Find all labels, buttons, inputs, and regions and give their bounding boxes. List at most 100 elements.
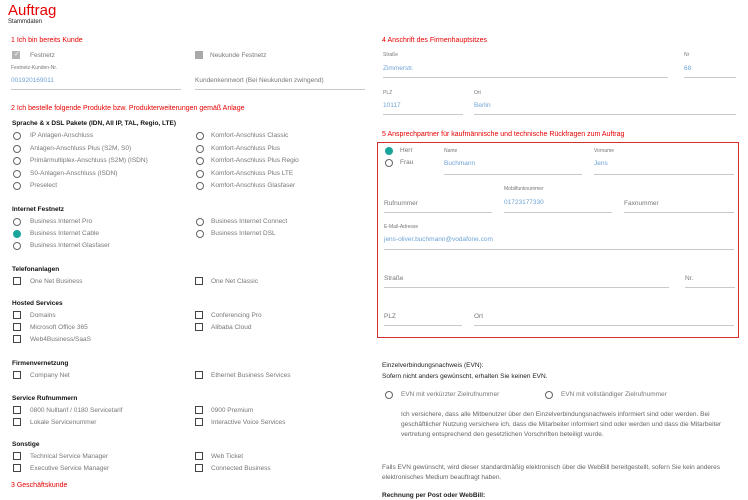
sonst-group-title: Sonstige: [12, 441, 40, 448]
s4-plz-value[interactable]: 10117: [383, 102, 401, 109]
opt-web4business: Web4Business/SaaS: [30, 336, 91, 343]
radio-evn-verkuerzt[interactable]: [385, 391, 393, 399]
opt-komfort-glasfaser: Komfort-Anschluss Glasfaser: [211, 182, 296, 189]
radio-ip-anlagen[interactable]: [13, 132, 21, 140]
opt-connected: Connected Business: [211, 465, 271, 472]
vorname-value[interactable]: Jens: [594, 160, 608, 167]
cb-connected[interactable]: [195, 464, 203, 472]
cb-alibaba[interactable]: [195, 323, 203, 331]
radio-preselect[interactable]: [13, 182, 21, 190]
radio-internet-glasfaser[interactable]: [13, 242, 21, 250]
s4-strasse-value[interactable]: Zimmerstr.: [383, 65, 414, 72]
cb-one-net-classic[interactable]: [195, 277, 203, 285]
rufnummer-underline: [384, 212, 492, 213]
fax-input[interactable]: Faxnummer: [624, 200, 659, 207]
section-5-title: 5 Ansprechpartner für kaufmännische und …: [382, 131, 625, 138]
opt-domains: Domains: [30, 312, 56, 319]
email-value[interactable]: jens-oliver.buchmann@vodafone.com: [384, 236, 493, 243]
cb-domains[interactable]: [13, 311, 21, 319]
radio-internet-cable[interactable]: [13, 230, 21, 238]
cb-company-net[interactable]: [13, 371, 21, 379]
s4-ort-label: Ort: [474, 90, 481, 96]
opt-preselect: Preselect: [30, 182, 58, 189]
label-herr: Herr: [400, 147, 413, 154]
radio-evn-vollstaendig[interactable]: [545, 391, 553, 399]
opt-alibaba: Alibaba Cloud: [211, 324, 252, 331]
service-group-title: Service Rufnummern: [12, 395, 78, 402]
c-strasse-input[interactable]: Straße: [384, 275, 404, 282]
radio-komfort-plus[interactable]: [196, 145, 204, 153]
opt-lokale: Lokale Servicenummer: [30, 419, 97, 426]
opt-internet-dsl: Business Internet DSL: [211, 230, 276, 237]
opt-web-ticket: Web Ticket: [211, 453, 244, 460]
cb-one-net-business[interactable]: [13, 277, 21, 285]
label-frau: Frau: [400, 159, 414, 166]
opt-komfort-classic: Komfort-Anschluss Classic: [211, 132, 289, 139]
cb-0800[interactable]: [13, 406, 21, 414]
label-evn-vollstaendig: EVN mit vollständiger Zielrufnummer: [561, 391, 667, 398]
name-value[interactable]: Buchmann: [444, 160, 475, 167]
radio-komfort-regio[interactable]: [196, 157, 204, 165]
cb-web4business[interactable]: [13, 335, 21, 343]
c-plz-input[interactable]: PLZ: [384, 313, 396, 320]
sprache-group-title: Sprache & x DSL Pakete (IDN, All IP, TAL…: [12, 120, 176, 127]
opt-conferencing: Conferencing Pro: [211, 312, 262, 319]
cb-lokale[interactable]: [13, 418, 21, 426]
opt-tsm: Technical Service Manager: [30, 453, 109, 460]
opt-one-net-business: One Net Business: [30, 278, 83, 285]
c-ort-input[interactable]: Ort: [474, 313, 483, 320]
internet-group-title: Internet Festnetz: [12, 206, 65, 213]
s4-plz-underline: [383, 114, 463, 115]
cb-esm[interactable]: [13, 464, 21, 472]
festnetz-checkbox[interactable]: ✓: [12, 51, 20, 59]
radio-s0-anlagen[interactable]: [13, 170, 21, 178]
cb-0900[interactable]: [195, 406, 203, 414]
vorname-label: Vorname: [594, 148, 615, 154]
s4-ort-value[interactable]: Berlin: [474, 102, 491, 109]
opt-internet-pro: Business Internet Pro: [30, 218, 93, 225]
radio-komfort-lte[interactable]: [196, 170, 204, 178]
vorname-underline: [594, 174, 734, 175]
neukunde-checkbox[interactable]: [195, 51, 203, 59]
opt-0800: 0800 Nulltarif / 0180 Servicetarif: [30, 407, 123, 414]
mobil-value[interactable]: 01723177330: [504, 199, 544, 206]
c-nr-input[interactable]: Nr.: [685, 275, 693, 282]
radio-komfort-glasfaser[interactable]: [196, 182, 204, 190]
cb-tsm[interactable]: [13, 452, 21, 460]
s4-nr-label: Nr: [684, 52, 690, 58]
rufnummer-input[interactable]: Rufnummer: [384, 200, 418, 207]
s4-nr-value[interactable]: 68: [684, 65, 691, 72]
kundennr-label: Festnetz-Kunden-Nr.: [11, 65, 58, 71]
radio-frau[interactable]: [385, 159, 393, 167]
cb-ivs[interactable]: [195, 418, 203, 426]
c-ort-underline: [474, 325, 734, 326]
c-plz-underline: [384, 325, 462, 326]
cb-ethernet[interactable]: [195, 371, 203, 379]
kennwort-underline: [195, 89, 365, 90]
radio-komfort-classic[interactable]: [196, 132, 204, 140]
radio-internet-dsl[interactable]: [196, 230, 204, 238]
evn-paragraph-1: Ich versichere, dass alle Mitbenutzer üb…: [401, 411, 722, 438]
cb-office365[interactable]: [13, 323, 21, 331]
rechnung-title: Rechnung per Post oder WebBill:: [382, 492, 486, 499]
radio-primaermultiplex[interactable]: [13, 157, 21, 165]
festnetz-label: Festnetz: [30, 52, 55, 59]
opt-company-net: Company Net: [30, 372, 70, 379]
page-subtitle: Stammdaten: [8, 19, 43, 25]
opt-internet-cable: Business Internet Cable: [30, 230, 100, 237]
kennwort-input[interactable]: Kundenkennwort (Bei Neukunden zwingend): [195, 77, 324, 84]
label-evn-verkuerzt: EVN mit verkürzter Zielrufnummer: [401, 391, 500, 398]
section-2-title: 2 Ich bestelle folgende Produkte bzw. Pr…: [11, 105, 245, 112]
cb-web-ticket[interactable]: [195, 452, 203, 460]
opt-ip-anlagen: IP Anlagen-Anschluss: [30, 132, 94, 139]
radio-anlagen-plus[interactable]: [13, 145, 21, 153]
fax-underline: [624, 212, 734, 213]
radio-internet-pro[interactable]: [13, 218, 21, 226]
radio-herr[interactable]: [385, 147, 393, 155]
kundennr-value[interactable]: 001920169011: [11, 77, 54, 84]
opt-s0-anlagen: S0-Anlagen-Anschluss (ISDN): [30, 170, 118, 177]
cb-conferencing[interactable]: [195, 311, 203, 319]
radio-internet-connect[interactable]: [196, 218, 204, 226]
s4-strasse-label: Straße: [383, 52, 399, 58]
tel-group-title: Telefonanlagen: [12, 266, 60, 273]
